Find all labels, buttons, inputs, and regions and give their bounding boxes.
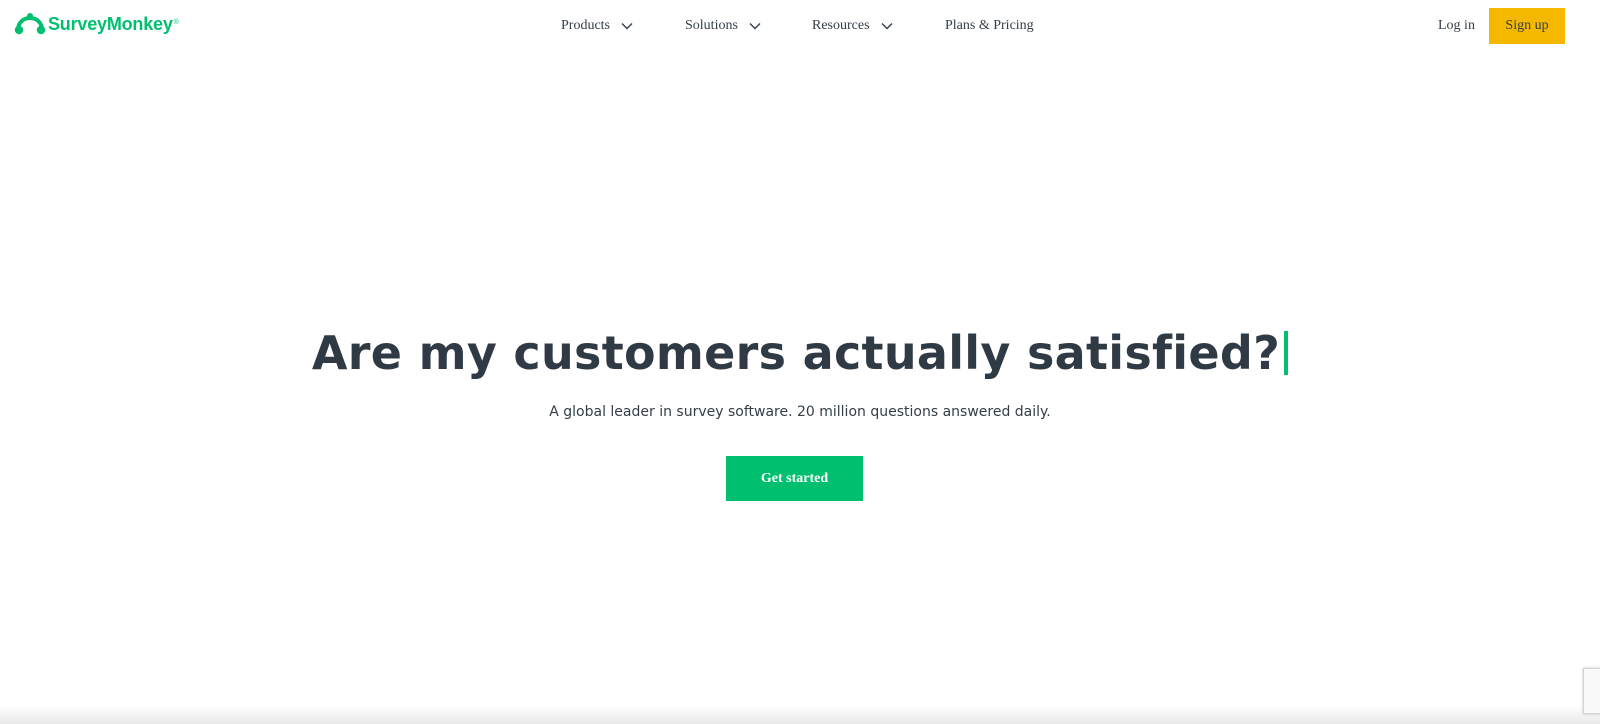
get-started-button[interactable]: Get started [726, 456, 863, 501]
hero-title-text: Are my customers actually satisfied? [311, 326, 1281, 380]
nav-products-label: Products [561, 18, 610, 33]
hero-title: Are my customers actually satisfied? [0, 326, 1600, 380]
nav-solutions-label: Solutions [685, 18, 738, 33]
hero-subtitle: A global leader in survey software. 20 m… [549, 404, 1051, 420]
login-link[interactable]: Log in [1438, 14, 1475, 38]
nav-plans-pricing-label: Plans & Pricing [945, 18, 1034, 33]
page: SurveyMonkey ® Products Solutions Resour… [0, 0, 1600, 724]
nav-products[interactable]: Products [561, 14, 634, 38]
chevron-down-icon [881, 23, 893, 30]
site-header: SurveyMonkey ® Products Solutions Resour… [0, 0, 1600, 50]
nav-resources[interactable]: Resources [812, 14, 894, 38]
nav-solutions[interactable]: Solutions [685, 14, 762, 38]
page-bottom-edge [0, 706, 1600, 724]
signup-button[interactable]: Sign up [1489, 8, 1565, 44]
chevron-down-icon [749, 23, 761, 30]
main-nav: Products Solutions Resources Plans & Pri… [0, 14, 1600, 38]
chevron-down-icon [621, 23, 633, 30]
nav-plans-pricing[interactable]: Plans & Pricing [945, 14, 1034, 38]
nav-resources-label: Resources [812, 18, 870, 33]
recaptcha-badge[interactable] [1583, 668, 1600, 714]
typing-caret [1284, 331, 1289, 375]
